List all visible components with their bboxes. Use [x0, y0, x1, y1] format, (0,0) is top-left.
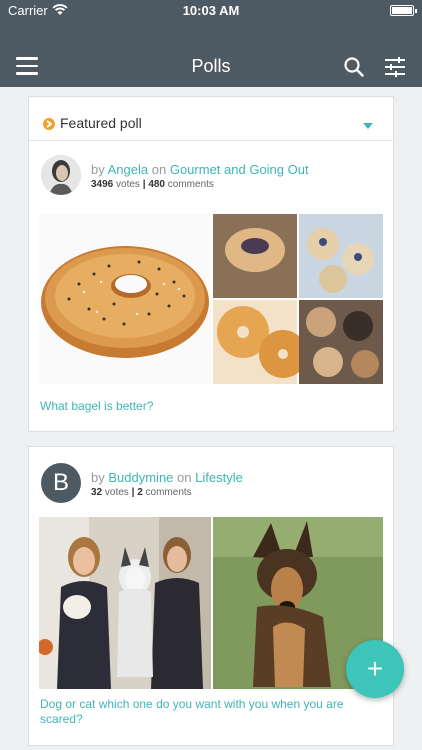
- featured-poll-label: Featured poll: [60, 115, 142, 131]
- avatar[interactable]: B: [41, 463, 81, 503]
- vote-count: 32: [91, 487, 103, 498]
- battery-icon: [390, 5, 417, 16]
- top-bar: Carrier 10:03 AM Polls: [0, 0, 422, 87]
- poll-question-link[interactable]: Dog or cat which one do you want with yo…: [40, 697, 380, 727]
- poll-card[interactable]: Featured poll by Angela on Gourmet and G…: [28, 96, 394, 432]
- poll-byline: by Buddymine on Lifestyle: [91, 470, 243, 485]
- poll-option-image[interactable]: [39, 517, 211, 689]
- poll-card[interactable]: B by Buddymine on Lifestyle 32 votes | 2…: [28, 446, 394, 746]
- comment-count: 2: [137, 487, 143, 498]
- featured-chevron-icon: [43, 118, 55, 130]
- poll-option-image[interactable]: [213, 214, 383, 384]
- poll-stats: 3496 votes | 480 comments: [91, 179, 214, 190]
- poll-question-link[interactable]: What bagel is better?: [40, 399, 380, 414]
- poll-stats: 32 votes | 2 comments: [91, 487, 192, 498]
- author-link[interactable]: Buddymine: [108, 470, 173, 485]
- category-link[interactable]: Gourmet and Going Out: [170, 162, 309, 177]
- comment-count: 480: [148, 179, 165, 190]
- author-link[interactable]: Angela: [108, 162, 148, 177]
- poll-byline: by Angela on Gourmet and Going Out: [91, 162, 309, 177]
- filter-sliders-icon[interactable]: [384, 56, 406, 78]
- poll-option-image[interactable]: [39, 214, 211, 384]
- avatar[interactable]: [41, 155, 81, 195]
- status-bar: Carrier 10:03 AM: [0, 0, 422, 22]
- create-poll-button[interactable]: +: [346, 640, 404, 698]
- caret-down-icon[interactable]: [363, 123, 373, 129]
- category-link[interactable]: Lifestyle: [195, 470, 243, 485]
- search-icon[interactable]: [343, 56, 365, 78]
- vote-count: 3496: [91, 179, 114, 190]
- featured-poll-dropdown[interactable]: Featured poll: [29, 97, 393, 141]
- status-time: 10:03 AM: [182, 3, 240, 18]
